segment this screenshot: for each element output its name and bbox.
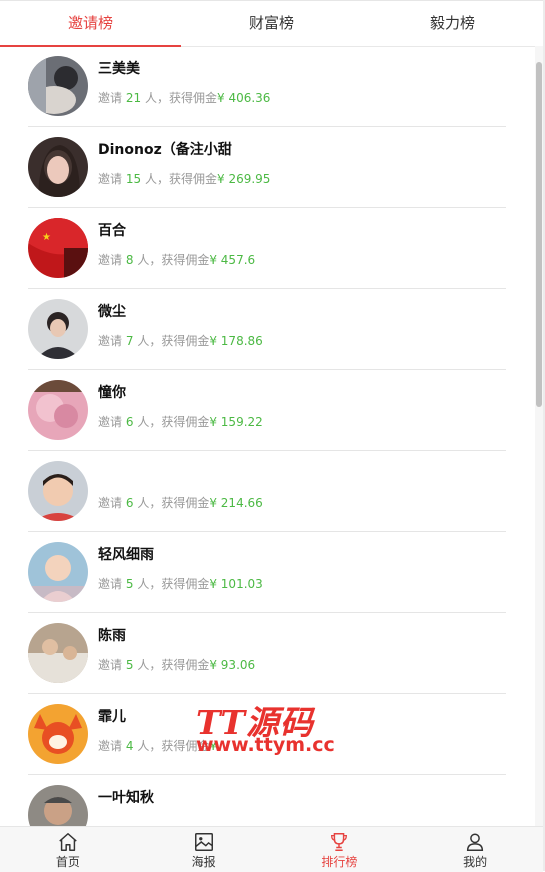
list-item[interactable]: 一叶知秋 — [28, 775, 506, 826]
invite-summary: 邀请 5 人，获得佣金¥ 93.06 — [98, 658, 256, 672]
nav-poster-label: 海报 — [191, 855, 216, 869]
bottom-nav: 首页 海报 排行榜 我的 — [0, 826, 543, 872]
nav-ranking[interactable]: 排行榜 — [272, 827, 408, 872]
invite-summary: 邀请 6 人，获得佣金¥ 159.22 — [98, 415, 263, 429]
avatar — [28, 461, 88, 521]
tab-invite[interactable]: 邀请榜 — [0, 1, 181, 47]
list-item[interactable]: ★ 百合 邀请 8 人，获得佣金¥ 457.6 — [28, 208, 506, 289]
list-item[interactable]: 三美美 邀请 21 人，获得佣金¥ 406.36 — [28, 46, 506, 127]
watermark: TT源码 www.ttym.cc — [196, 696, 346, 760]
nav-home[interactable]: 首页 — [0, 827, 136, 872]
scrollbar-thumb[interactable] — [536, 62, 542, 407]
list-item[interactable]: 陈雨 邀请 5 人，获得佣金¥ 93.06 — [28, 613, 506, 694]
avatar — [28, 380, 88, 440]
nav-mine-label: 我的 — [463, 855, 488, 869]
invite-summary: 邀请 7 人，获得佣金¥ 178.86 — [98, 334, 263, 348]
avatar — [28, 56, 88, 116]
user-name: 一叶知秋 — [98, 790, 154, 806]
user-name: 微尘 — [98, 304, 126, 320]
nav-poster[interactable]: 海报 — [136, 827, 272, 872]
invite-summary: 邀请 8 人，获得佣金¥ 457.6 — [98, 253, 256, 267]
user-name: 陈雨 — [98, 628, 126, 644]
tab-wealth[interactable]: 财富榜 — [181, 1, 362, 46]
nav-mine[interactable]: 我的 — [407, 827, 543, 872]
user-name: 三美美 — [98, 61, 140, 77]
tab-persistence[interactable]: 毅力榜 — [362, 1, 543, 46]
user-name: 轻风细雨 — [98, 547, 154, 563]
home-icon — [59, 833, 77, 851]
list-item[interactable]: 微尘 邀请 7 人，获得佣金¥ 178.86 — [28, 289, 506, 370]
list-scrollbar[interactable] — [535, 46, 543, 826]
nav-home-label: 首页 — [55, 855, 80, 869]
avatar — [28, 785, 88, 826]
invite-summary: 邀请 5 人，获得佣金¥ 101.03 — [98, 577, 263, 591]
user-name: 百合 — [98, 223, 126, 239]
user-name: Dinonoz（备注小甜 — [98, 142, 232, 158]
avatar — [28, 299, 88, 359]
list-item[interactable]: Dinonoz（备注小甜 邀请 15 人，获得佣金¥ 269.95 — [28, 127, 506, 208]
avatar — [28, 623, 88, 683]
avatar — [28, 137, 88, 197]
avatar: ★ — [28, 218, 88, 278]
avatar — [28, 542, 88, 602]
invite-summary: 邀请 6 人，获得佣金¥ 214.66 — [98, 496, 263, 510]
watermark-url: www.ttym.cc — [196, 734, 335, 756]
poster-icon — [194, 833, 213, 851]
svg-text:★: ★ — [42, 232, 51, 243]
list-item[interactable]: 轻风细雨 邀请 5 人，获得佣金¥ 101.03 — [28, 532, 506, 613]
ranking-tabs: 邀请榜 财富榜 毅力榜 — [0, 0, 543, 47]
user-name: 霏儿 — [98, 709, 126, 725]
invite-summary: 邀请 21 人，获得佣金¥ 406.36 — [98, 91, 271, 105]
trophy-icon — [331, 833, 348, 851]
user-name: 憧你 — [98, 385, 126, 401]
user-icon — [467, 833, 484, 851]
invite-summary: 邀请 15 人，获得佣金¥ 269.95 — [98, 172, 271, 186]
nav-ranking-label: 排行榜 — [321, 855, 358, 869]
avatar — [28, 704, 88, 764]
list-item[interactable]: 憧你 邀请 6 人，获得佣金¥ 159.22 — [28, 370, 506, 451]
list-item[interactable]: 邀请 6 人，获得佣金¥ 214.66 — [28, 451, 506, 532]
